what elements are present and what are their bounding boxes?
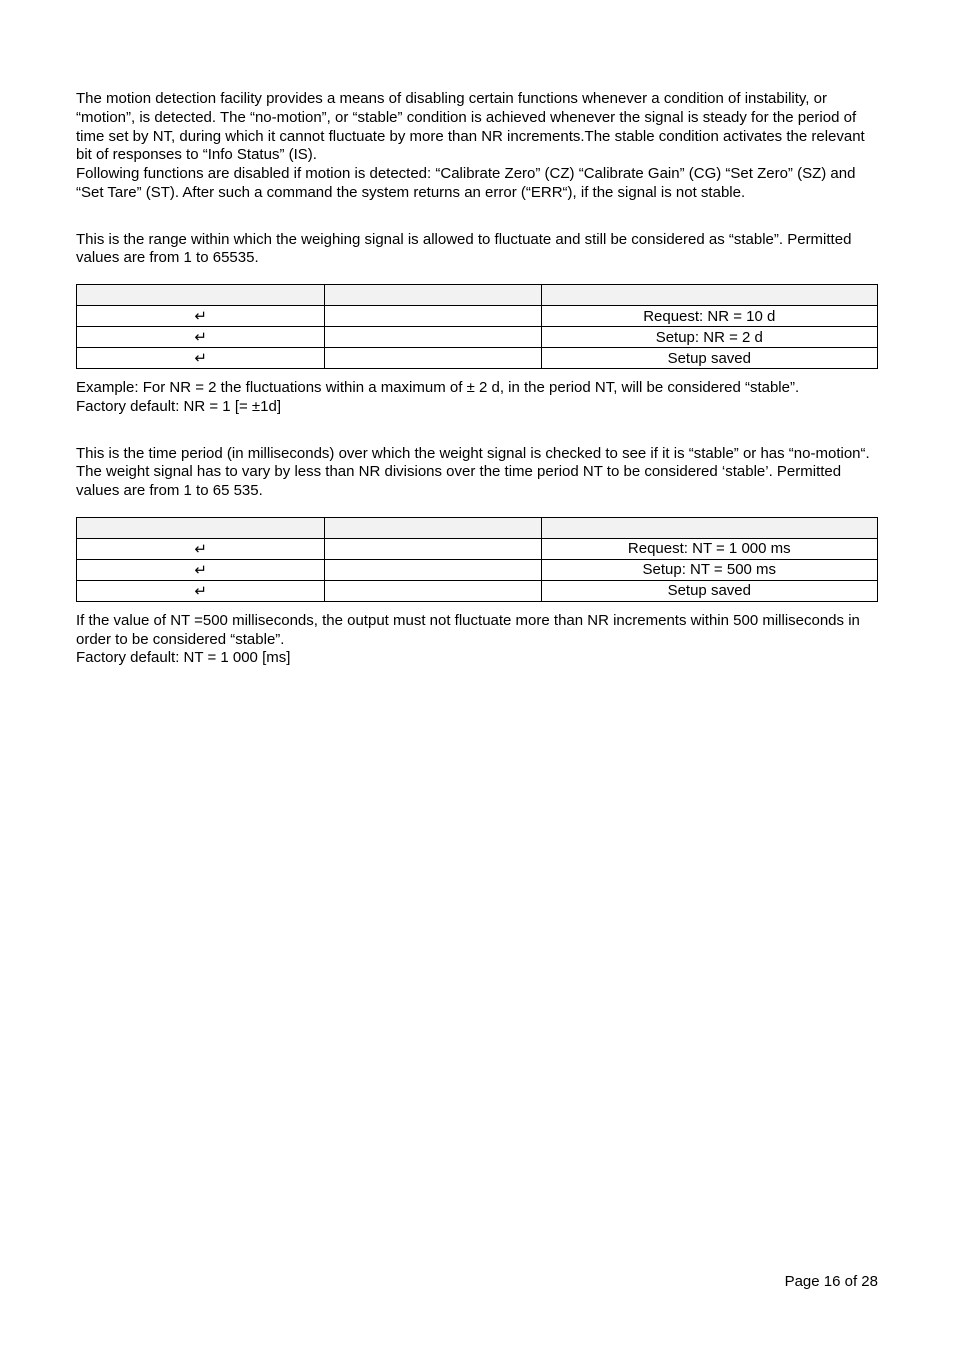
intro-paragraph-2: Following functions are disabled if moti… — [76, 165, 878, 203]
table-row: ↵ Setup saved — [77, 348, 878, 369]
enter-icon: ↵ — [194, 583, 207, 600]
nr-example-line2: Factory default: NR = 1 [= ±1d] — [76, 398, 878, 417]
cell-response — [325, 285, 541, 306]
cell-description: Request: NT = 1 000 ms — [541, 538, 877, 559]
cell-entered: ↵ — [77, 538, 325, 559]
cell-response — [325, 538, 541, 559]
nt-outro-line1: If the value of NT =500 milliseconds, th… — [76, 612, 878, 650]
enter-icon: ↵ — [194, 329, 207, 346]
table-row: ↵ Setup: NT = 500 ms — [77, 559, 878, 580]
enter-icon: ↵ — [194, 541, 207, 558]
cell-description — [541, 285, 877, 306]
cell-response — [325, 580, 541, 601]
table-row — [77, 285, 878, 306]
nt-intro: This is the time period (in milliseconds… — [76, 445, 878, 501]
table-row: ↵ Setup: NR = 2 d — [77, 327, 878, 348]
cell-description: Setup saved — [541, 348, 877, 369]
cell-entered: ↵ — [77, 348, 325, 369]
cell-description: Request: NR = 10 d — [541, 306, 877, 327]
cell-response — [325, 559, 541, 580]
cell-response — [325, 348, 541, 369]
table-row: ↵ Request: NT = 1 000 ms — [77, 538, 878, 559]
cell-entered — [77, 517, 325, 538]
table-row: ↵ Setup saved — [77, 580, 878, 601]
enter-icon: ↵ — [194, 350, 207, 367]
cell-entered — [77, 285, 325, 306]
table-row: ↵ Request: NR = 10 d — [77, 306, 878, 327]
enter-icon: ↵ — [194, 308, 207, 325]
cell-response — [325, 306, 541, 327]
cell-entered: ↵ — [77, 580, 325, 601]
page-footer: Page 16 of 28 — [785, 1273, 878, 1290]
cell-entered: ↵ — [77, 327, 325, 348]
cell-response — [325, 517, 541, 538]
cell-response — [325, 327, 541, 348]
nr-table: ↵ Request: NR = 10 d ↵ Setup: NR = 2 d ↵… — [76, 284, 878, 369]
cell-description — [541, 517, 877, 538]
nr-intro: This is the range within which the weigh… — [76, 231, 878, 269]
cell-entered: ↵ — [77, 559, 325, 580]
nt-table: ↵ Request: NT = 1 000 ms ↵ Setup: NT = 5… — [76, 517, 878, 602]
enter-icon: ↵ — [194, 562, 207, 579]
nr-example-line1: Example: For NR = 2 the fluctuations wit… — [76, 379, 878, 398]
intro-paragraph-1: The motion detection facility provides a… — [76, 90, 878, 165]
cell-entered: ↵ — [77, 306, 325, 327]
table-row — [77, 517, 878, 538]
nt-outro-line2: Factory default: NT = 1 000 [ms] — [76, 649, 878, 668]
cell-description: Setup: NR = 2 d — [541, 327, 877, 348]
cell-description: Setup: NT = 500 ms — [541, 559, 877, 580]
cell-description: Setup saved — [541, 580, 877, 601]
